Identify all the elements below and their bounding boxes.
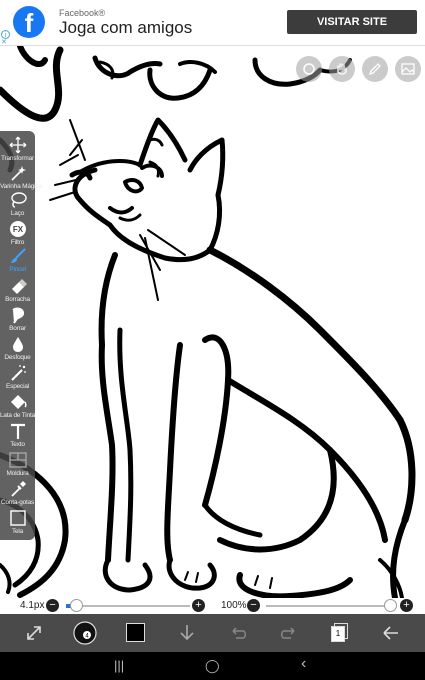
tool-text[interactable]: Texto [0, 422, 35, 448]
size-decrease-button[interactable]: − [46, 599, 59, 612]
pen-button[interactable] [362, 56, 388, 82]
tool-magic-wand[interactable]: Varinha Mágica [0, 164, 42, 190]
tool-eraser[interactable]: Borracha [0, 277, 35, 303]
tool-label: Tela [11, 528, 24, 535]
eraser-icon [11, 279, 27, 294]
download-icon[interactable] [177, 623, 197, 643]
opacity-value: 100% [221, 600, 247, 611]
close-icon[interactable]: ✕ [1, 39, 7, 46]
info-icon[interactable]: i [1, 30, 10, 39]
fx-icon: FX [9, 221, 26, 237]
canvas-icon [9, 510, 26, 526]
magic-wand-icon [10, 166, 26, 181]
lasso-icon [10, 192, 27, 208]
tool-transform[interactable]: Transformar [0, 136, 35, 162]
color-swatch-icon[interactable] [126, 623, 145, 642]
layers-icon[interactable]: 1 [331, 623, 351, 643]
move-arrows-icon [9, 136, 26, 154]
tool-label: Desfoque [4, 354, 31, 361]
opacity-decrease-button[interactable]: − [247, 599, 260, 612]
size-slider-knob[interactable] [70, 599, 83, 612]
tool-label: Pincel [9, 266, 26, 273]
pen-icon [368, 63, 381, 76]
facebook-logo-icon: f [13, 6, 45, 38]
gallery-button[interactable] [395, 56, 421, 82]
back-button[interactable]: ‹ [301, 655, 306, 673]
hand-icon [337, 63, 347, 75]
redo-icon[interactable] [279, 623, 299, 643]
tool-lasso[interactable]: Laço [0, 191, 35, 217]
paint-bucket-icon [10, 395, 26, 409]
drawing-canvas[interactable] [0, 46, 425, 598]
tool-blur[interactable]: Desfoque [0, 335, 35, 361]
cat-drawing [0, 46, 416, 598]
brush-icon [10, 248, 26, 263]
tool-label: Conta-gotas [0, 499, 35, 506]
tool-label: Borracha [5, 296, 30, 303]
ad-banner[interactable]: f Facebook® Joga com amigos VISITAR SITE… [0, 0, 425, 46]
tool-label: Laço [10, 210, 25, 217]
home-button[interactable]: ◯ [205, 658, 220, 674]
tool-brush[interactable]: Pincel [0, 247, 35, 273]
tool-special[interactable]: Especial [0, 364, 35, 390]
text-icon [10, 423, 25, 439]
record-button[interactable] [296, 56, 322, 82]
opacity-slider-track[interactable] [266, 605, 390, 607]
tool-label: Borrar [9, 325, 26, 332]
tool-label: Especial [6, 383, 29, 390]
tool-smudge[interactable]: Borrar [0, 306, 35, 332]
opacity-increase-button[interactable]: + [400, 599, 413, 612]
tool-label: Texto [10, 441, 25, 448]
blur-drop-icon [12, 337, 23, 352]
visit-site-button[interactable]: VISITAR SITE [287, 10, 417, 34]
layer-count: 1 [331, 626, 345, 642]
tool-frame[interactable]: Moldura [0, 451, 35, 477]
tool-eyedropper[interactable]: Conta-gotas [0, 480, 35, 506]
brush-settings-bar: 4.1px − + 100% − + [0, 598, 425, 614]
svg-text:FX: FX [12, 225, 23, 234]
tool-panel: Transformar Varinha Mágica Laço FX Filtr… [0, 131, 42, 540]
size-increase-button[interactable]: + [192, 599, 205, 612]
tool-label: Varinha Mágica [0, 183, 42, 190]
tool-label: Filtro [10, 239, 25, 246]
special-wand-icon [10, 365, 26, 381]
tool-filter[interactable]: FX Filtro [0, 220, 35, 246]
system-nav-bar: ||| ◯ ‹ [0, 652, 425, 680]
opacity-slider-knob[interactable] [384, 599, 397, 612]
brush-size-value: 4.1px [20, 600, 45, 611]
record-icon [303, 63, 315, 75]
hand-button[interactable] [329, 56, 355, 82]
undo-icon[interactable] [228, 623, 248, 643]
gallery-icon [401, 63, 415, 75]
smudge-icon [11, 307, 24, 324]
back-arrow-icon[interactable] [381, 623, 401, 643]
size-slider-track[interactable] [66, 605, 190, 607]
ad-sponsor: Facebook® [59, 8, 106, 18]
ad-headline: Joga com amigos [59, 18, 193, 37]
tool-label: Lata de Tinta [0, 412, 35, 419]
frame-icon [8, 452, 27, 468]
tool-label: Transformar [1, 155, 34, 162]
tool-label: Moldura [6, 470, 29, 477]
eyedropper-icon [10, 481, 26, 497]
transform-icon[interactable] [24, 623, 44, 643]
recents-button[interactable]: ||| [114, 658, 124, 673]
tool-paint-bucket[interactable]: Lata de Tinta [0, 393, 35, 419]
bottom-toolbar: 4 1 [0, 614, 425, 652]
brush-settings-icon[interactable]: 4 [73, 621, 97, 645]
tool-canvas[interactable]: Tela [0, 509, 35, 535]
